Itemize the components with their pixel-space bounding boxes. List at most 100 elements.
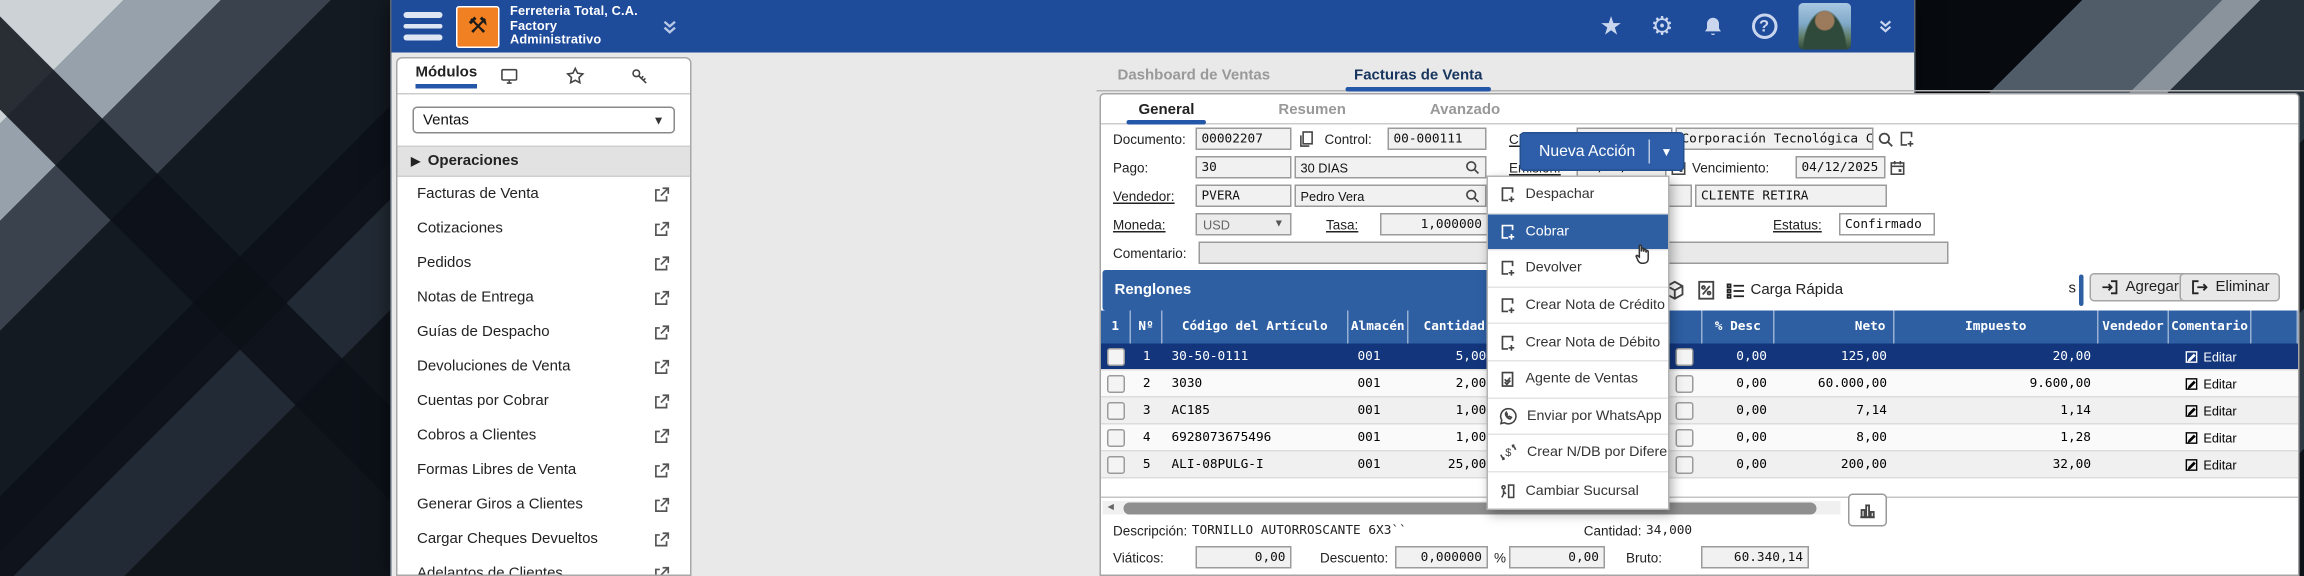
menu-item[interactable]: Agente de Ventas	[1488, 361, 1668, 398]
sidebar-item[interactable]: Cobros a Clientes	[398, 419, 691, 454]
user-chevron-double-down-icon[interactable]	[1869, 10, 1902, 43]
external-link-icon[interactable]	[653, 323, 671, 341]
search-icon[interactable]	[1464, 159, 1481, 176]
external-link-icon[interactable]	[653, 185, 671, 203]
vendedor-label[interactable]: Vendedor:	[1113, 185, 1175, 208]
moneda-select[interactable]: USD ▼	[1196, 213, 1292, 236]
column-header[interactable]: Neto	[1775, 311, 1895, 344]
external-link-icon[interactable]	[653, 496, 671, 514]
menu-item[interactable]: Enviar por WhatsApp	[1488, 398, 1668, 435]
star-outline-icon[interactable]	[542, 66, 607, 86]
cliente-name-field[interactable]: Corporación Tecnológica C.A	[1676, 128, 1874, 151]
sub-tab[interactable]: Resumen	[1278, 102, 1346, 123]
sidebar-item[interactable]: Generar Giros a Clientes	[398, 488, 691, 523]
nueva-accion-button[interactable]: Nueva Acción ▼	[1520, 132, 1685, 171]
table-row[interactable]: 1 30-50-0111 001 5,000 25,00 0,00 125,00…	[1101, 344, 2298, 371]
gear-icon[interactable]: ⚙	[1646, 10, 1679, 43]
mid-box[interactable]	[1676, 401, 1694, 419]
editar-button[interactable]: Editar	[2169, 452, 2252, 478]
help-icon[interactable]: ?	[1748, 10, 1781, 43]
sidebar-item[interactable]: Cuentas por Cobrar	[398, 384, 691, 419]
sidebar-item[interactable]: Guías de Despacho	[398, 315, 691, 350]
mid-box[interactable]	[1676, 428, 1694, 446]
monitor-icon[interactable]	[477, 66, 542, 86]
chart-button[interactable]	[1848, 494, 1887, 527]
add-document-icon[interactable]	[1898, 128, 1916, 151]
external-link-icon[interactable]	[653, 530, 671, 548]
sub-tab[interactable]: General	[1139, 102, 1195, 123]
sidebar-item[interactable]: Formas Libres de Venta	[398, 453, 691, 488]
vendedor-code-field[interactable]: PVERA	[1196, 185, 1292, 208]
viaticos-field[interactable]: 0,00	[1196, 546, 1292, 569]
tasa-field[interactable]: 1,000000	[1380, 213, 1488, 236]
sub-tab[interactable]: Avanzado	[1430, 102, 1500, 123]
menu-item[interactable]: Crear Nota de Débito	[1488, 325, 1668, 362]
external-link-icon[interactable]	[653, 427, 671, 445]
menu-item[interactable]: $ Crear N/DB por Diferencial	[1488, 435, 1668, 472]
column-header[interactable]: 1	[1101, 311, 1131, 344]
copy-icon[interactable]	[1298, 128, 1316, 151]
external-link-icon[interactable]	[653, 565, 671, 576]
sidebar-item[interactable]: Adelantos de Clientes	[398, 557, 691, 576]
external-link-icon[interactable]	[653, 254, 671, 272]
tasa-label[interactable]: Tasa:	[1326, 213, 1358, 236]
sidebar-item[interactable]: Pedidos	[398, 246, 691, 281]
table-row[interactable]: 2 3030 001 2,000 30.000,00 0,00 60.000,0…	[1101, 371, 2298, 398]
module-select[interactable]: Ventas ▼	[413, 107, 676, 134]
bell-icon[interactable]	[1697, 10, 1730, 43]
editar-button[interactable]: Editar	[2169, 398, 2252, 424]
column-header[interactable]	[2252, 311, 2299, 344]
mid-box[interactable]	[1676, 347, 1694, 365]
descuento-field[interactable]: 0,000000	[1395, 546, 1488, 569]
table-row[interactable]: 5 ALI-08PULG-I 001 25,000 8,00 0,00 200,…	[1101, 452, 2298, 479]
tab-modulos[interactable]: Módulos	[416, 64, 478, 88]
star-icon[interactable]: ★	[1595, 10, 1628, 43]
main-tab[interactable]: Facturas de Venta	[1348, 68, 1488, 91]
estatus-label[interactable]: Estatus:	[1773, 213, 1822, 236]
eliminar-button[interactable]: Eliminar	[2180, 273, 2281, 302]
bruto-field[interactable]: 60.340,14	[1701, 546, 1809, 569]
row-select-box[interactable]	[1107, 374, 1125, 392]
sidebar-item[interactable]: Cargar Cheques Devueltos	[398, 522, 691, 557]
pago-code-field[interactable]: 30	[1196, 156, 1292, 179]
estatus-field[interactable]: Confirmado	[1839, 213, 1935, 236]
external-link-icon[interactable]	[653, 392, 671, 410]
column-header[interactable]: Comentario	[2169, 311, 2252, 344]
search-icon[interactable]	[1464, 188, 1481, 205]
control-field[interactable]: 00-000111	[1388, 128, 1487, 151]
hamburger-menu-icon[interactable]	[404, 12, 443, 40]
scrollbar-thumb[interactable]	[1124, 502, 1817, 514]
column-header[interactable]: % Desc	[1703, 311, 1775, 344]
external-link-icon[interactable]	[653, 220, 671, 238]
mid-box[interactable]	[1676, 455, 1694, 473]
external-link-icon[interactable]	[653, 289, 671, 307]
menu-item[interactable]: Despachar	[1488, 177, 1668, 214]
column-header[interactable]: Código del Artículo	[1163, 311, 1349, 344]
main-tab[interactable]: Dashboard de Ventas	[1112, 68, 1277, 91]
scroll-left-arrow[interactable]: ◄	[1106, 501, 1116, 515]
column-header[interactable]	[1667, 311, 1703, 344]
editar-button[interactable]: Editar	[2169, 371, 2252, 397]
brand-chevron-double-down-icon[interactable]	[659, 16, 682, 37]
user-avatar[interactable]	[1799, 3, 1852, 50]
table-row[interactable]: 3 AC185 001 1,000 7,14 0,00 7,14 1,14	[1101, 398, 2298, 425]
vencimiento-field[interactable]: 04/12/2025	[1796, 156, 1886, 179]
calendar-icon[interactable]	[1889, 156, 1907, 179]
section-operaciones[interactable]: ▶ Operaciones	[398, 146, 691, 178]
row-select-box[interactable]	[1107, 401, 1125, 419]
menu-item[interactable]: Cambiar Sucursal	[1488, 472, 1668, 509]
mid-box[interactable]	[1676, 374, 1694, 392]
sidebar-item[interactable]: Notas de Entrega	[398, 281, 691, 316]
sidebar-item[interactable]: Devoluciones de Venta	[398, 350, 691, 385]
external-link-icon[interactable]	[653, 358, 671, 376]
table-row[interactable]: 4 6928073675496 001 1,000 8,00 0,00 8,00…	[1101, 425, 2298, 452]
column-header[interactable]: Impuesto	[1895, 311, 2099, 344]
row-select-box[interactable]	[1107, 455, 1125, 473]
menu-item[interactable]: Crear Nota de Crédito	[1488, 288, 1668, 325]
moneda-label[interactable]: Moneda:	[1113, 213, 1166, 236]
percent-doc-icon[interactable]	[1694, 279, 1718, 302]
search-icon[interactable]	[1877, 128, 1895, 151]
pago-desc-field[interactable]: 30 DIAS	[1295, 156, 1487, 179]
transporte-name-field[interactable]: CLIENTE RETIRA	[1695, 185, 1887, 208]
key-icon[interactable]	[607, 66, 672, 86]
